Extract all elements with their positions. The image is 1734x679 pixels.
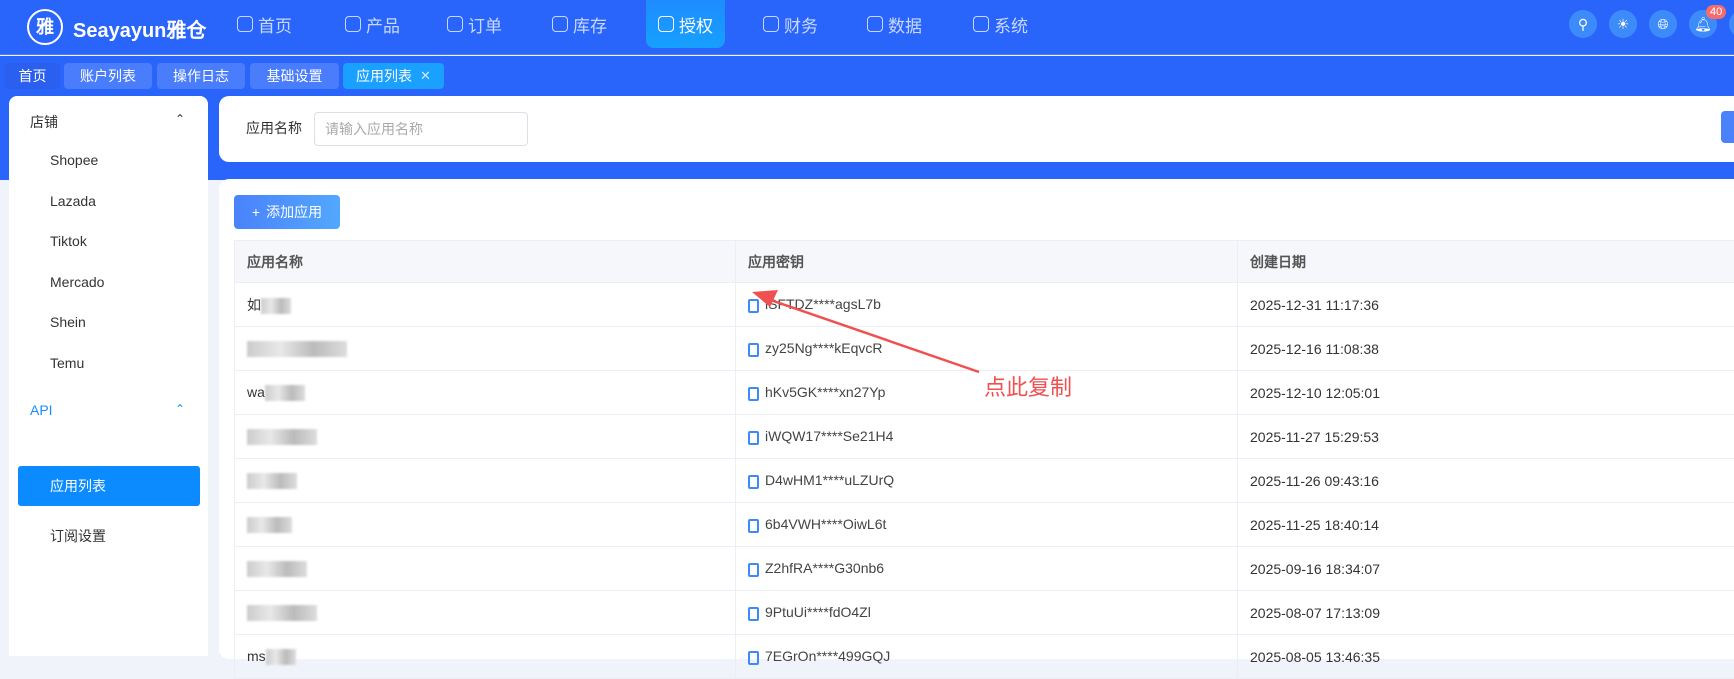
- copy-icon[interactable]: [748, 651, 759, 665]
- annotation-arrow: [0, 0, 1734, 644]
- annotation-text: 点此复制: [984, 370, 1072, 402]
- redacted-text: [266, 649, 296, 665]
